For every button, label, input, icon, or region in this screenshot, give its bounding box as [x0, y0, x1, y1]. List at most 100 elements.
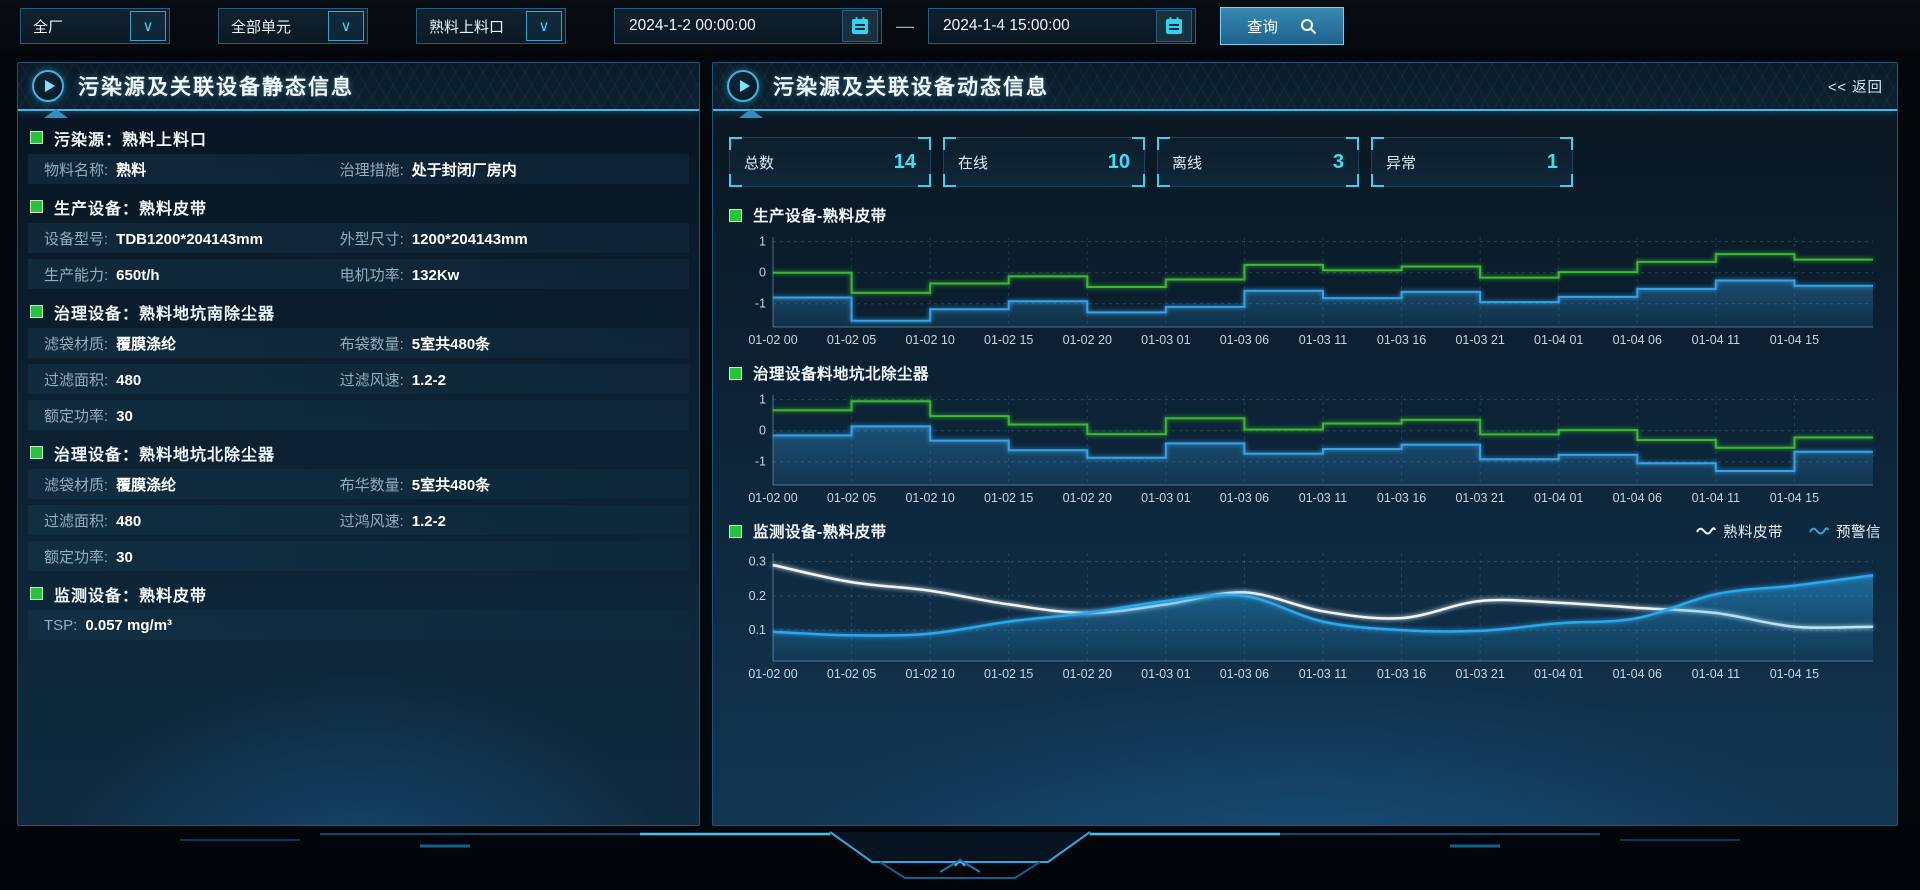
svg-text:1: 1: [759, 393, 766, 407]
svg-text:01-03 11: 01-03 11: [1299, 491, 1347, 505]
info-row: 物料名称: 熟料 治理措施: 处于封闭厂房内: [28, 154, 689, 184]
info-cell: 过滤面积: 480: [44, 369, 340, 390]
field-label: 物料名称:: [44, 159, 108, 180]
search-icon: [1300, 18, 1317, 35]
svg-text:01-04 11: 01-04 11: [1692, 491, 1740, 505]
section-title-text: 监测设备：熟料皮带: [54, 582, 207, 606]
section-title-text: 治理设备：熟料地坑北除尘器: [54, 441, 275, 465]
svg-text:-1: -1: [755, 297, 766, 311]
back-button[interactable]: << 返回: [1828, 76, 1883, 97]
stat-card: 异常 1: [1371, 137, 1573, 187]
chart-plot: 0.30.20.101-02 0001-02 0501-02 1001-02 1…: [729, 545, 1881, 687]
field-label: 过滤面积:: [44, 510, 108, 531]
chevron-down-icon[interactable]: ∨: [130, 11, 166, 41]
svg-text:01-04 06: 01-04 06: [1613, 667, 1662, 681]
corner-accent-icon: [918, 174, 931, 187]
field-label: 设备型号:: [44, 228, 108, 249]
svg-text:01-02 10: 01-02 10: [905, 333, 954, 347]
section-bullet-icon: [30, 446, 43, 459]
section-bullet-icon: [30, 305, 43, 318]
wave-icon: [1809, 526, 1829, 536]
field-label: 过滤面积:: [44, 369, 108, 390]
static-info-list: 污染源：熟料上料口物料名称:熟料治理措施:处于封闭厂房内生产设备：熟料皮带设备型…: [18, 111, 699, 640]
chevron-down-icon[interactable]: ∨: [526, 11, 562, 41]
unit-select[interactable]: 全部单元 ∨: [218, 8, 368, 44]
end-date-input[interactable]: 2024-1-4 15:00:00: [928, 8, 1196, 44]
chevron-down-icon[interactable]: ∨: [328, 11, 364, 41]
corner-accent-icon: [1157, 137, 1170, 150]
chart-block: 生产设备-熟料皮带10-101-02 0001-02 0501-02 1001-…: [729, 201, 1881, 353]
calendar-icon[interactable]: [842, 10, 878, 42]
field-value: 650t/h: [116, 267, 159, 284]
info-cell: 额定功率:30: [44, 405, 340, 426]
info-row: 设备型号:TDB1200*204143mm外型尺寸:1200*204143mm: [28, 223, 689, 253]
field-label: 治理措施:: [340, 159, 404, 180]
field-value: 480: [116, 372, 141, 389]
svg-text:01-03 01: 01-03 01: [1141, 333, 1190, 347]
section-header: 治理设备：熟料地坑南除尘器: [18, 295, 699, 328]
info-cell: 布华数量:5室共480条: [340, 474, 673, 495]
stat-value: 1: [1547, 151, 1558, 174]
svg-text:01-03 16: 01-03 16: [1377, 491, 1426, 505]
corner-accent-icon: [1157, 174, 1170, 187]
svg-text:01-03 06: 01-03 06: [1220, 491, 1269, 505]
field-value: 熟料: [116, 159, 146, 180]
corner-accent-icon: [918, 137, 931, 150]
footer-decoration: [0, 826, 1920, 890]
source-select[interactable]: 熟料上料口 ∨: [416, 8, 566, 44]
field-value: 5室共480条: [412, 333, 490, 354]
info-row: 过滤面积:480过滤风速:1.2-2: [28, 364, 689, 394]
corner-accent-icon: [1560, 174, 1573, 187]
info-cell: 额定功率:30: [44, 546, 340, 567]
info-cell: 物料名称: 熟料: [44, 159, 340, 180]
stat-value: 3: [1333, 151, 1344, 174]
svg-text:1: 1: [759, 235, 766, 249]
field-label: 滤袋材质:: [44, 333, 108, 354]
stat-label: 异常: [1386, 152, 1416, 173]
start-date-input[interactable]: 2024-1-2 00:00:00: [614, 8, 882, 44]
chart-bullet-icon: [729, 209, 742, 222]
svg-text:01-02 10: 01-02 10: [905, 491, 954, 505]
svg-text:01-02 10: 01-02 10: [905, 667, 954, 681]
corner-accent-icon: [1132, 174, 1145, 187]
section-bullet-icon: [30, 587, 43, 600]
svg-text:01-03 06: 01-03 06: [1220, 667, 1269, 681]
query-button[interactable]: 查询: [1220, 7, 1344, 45]
svg-text:01-04 06: 01-04 06: [1613, 333, 1662, 347]
section-bullet-icon: [30, 131, 43, 144]
legend-item[interactable]: 熟料皮带: [1696, 521, 1783, 542]
corner-accent-icon: [1560, 137, 1573, 150]
svg-text:0.2: 0.2: [749, 589, 766, 603]
factory-select[interactable]: 全厂 ∨: [20, 8, 170, 44]
device-stats-row: 总数14在线10离线3异常1: [729, 137, 1881, 187]
stat-label: 离线: [1172, 152, 1202, 173]
corner-accent-icon: [1132, 137, 1145, 150]
field-value: 处于封闭厂房内: [412, 159, 517, 180]
info-cell: 设备型号:TDB1200*204143mm: [44, 228, 340, 249]
svg-text:01-04 15: 01-04 15: [1770, 333, 1819, 347]
legend-item[interactable]: 预警信: [1809, 521, 1881, 542]
chart-legend: 熟料皮带 预警信: [1696, 521, 1881, 542]
corner-accent-icon: [1346, 137, 1359, 150]
calendar-icon[interactable]: [1156, 10, 1192, 42]
svg-text:0.3: 0.3: [749, 555, 766, 569]
field-value: 480: [116, 513, 141, 530]
info-cell: 生产能力:650t/h: [44, 264, 340, 285]
field-value: 覆膜涤纶: [116, 474, 176, 495]
dynamic-panel-title: 污染源及关联设备动态信息: [773, 71, 1049, 101]
field-value: 覆膜涤纶: [116, 333, 176, 354]
info-cell: 电机功率:132Kw: [340, 264, 673, 285]
info-cell: 治理措施: 处于封闭厂房内: [340, 159, 673, 180]
field-label: 过滤风速:: [340, 369, 404, 390]
corner-accent-icon: [729, 137, 742, 150]
field-label: 布华数量:: [340, 474, 404, 495]
legend-label: 熟料皮带: [1723, 521, 1783, 542]
chart-title-row: 生产设备-熟料皮带: [729, 201, 1881, 229]
info-row: 滤袋材质:覆膜涤纶布华数量:5室共480条: [28, 469, 689, 499]
factory-select-value: 全厂: [33, 16, 63, 37]
chart-title-text: 监测设备-熟料皮带: [753, 520, 887, 542]
svg-text:0: 0: [759, 266, 766, 280]
wave-icon: [1696, 526, 1716, 536]
section-header: 污染源：熟料上料口: [18, 121, 699, 154]
svg-text:01-02 20: 01-02 20: [1063, 333, 1112, 347]
